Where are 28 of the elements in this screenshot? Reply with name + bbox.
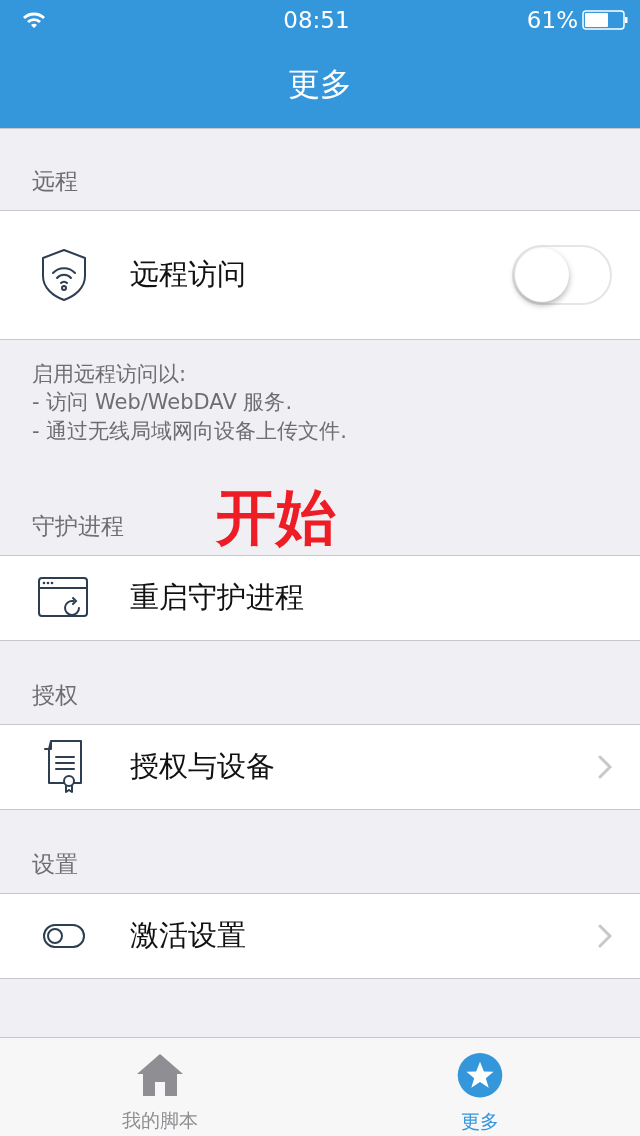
settings-row[interactable]: 远程访问 xyxy=(0,210,640,340)
battery-percentage: 61% xyxy=(526,5,578,35)
chevron-right-icon xyxy=(598,924,612,949)
chevron-right-icon xyxy=(598,755,612,780)
status-time: 08:51 xyxy=(283,5,350,35)
settings-row[interactable]: 授权与设备 xyxy=(0,724,640,811)
shield-wifi-icon xyxy=(40,248,88,302)
section-header: 设置 xyxy=(32,849,78,879)
footer-text: - 通过无线局域网向设备上传文件. xyxy=(32,417,348,445)
annotation-text: 开始 xyxy=(216,487,336,548)
row-label: 激活设置 xyxy=(130,917,247,955)
certificate-icon xyxy=(43,739,85,796)
footer-text: 启用远程访问以: xyxy=(32,361,188,388)
toggle-switch[interactable] xyxy=(512,245,612,305)
wifi-icon xyxy=(22,11,46,29)
section-header: 守护进程 xyxy=(32,511,124,541)
settings-row[interactable]: 激活设置 xyxy=(0,893,640,980)
toggle-icon xyxy=(42,923,86,950)
home-icon xyxy=(135,1052,185,1098)
row-label: 授权与设备 xyxy=(130,748,276,786)
settings-row[interactable]: 重启守护进程 xyxy=(0,555,640,642)
section-header: 授权 xyxy=(32,680,78,710)
battery-icon xyxy=(582,10,628,30)
screen-title: 更多 xyxy=(287,64,353,105)
section-header: 远程 xyxy=(32,166,78,196)
footer-text: - 访问 Web/WebDAV 服务. xyxy=(32,389,294,417)
row-label: 重启守护进程 xyxy=(130,579,305,617)
row-label: 远程访问 xyxy=(130,256,247,294)
